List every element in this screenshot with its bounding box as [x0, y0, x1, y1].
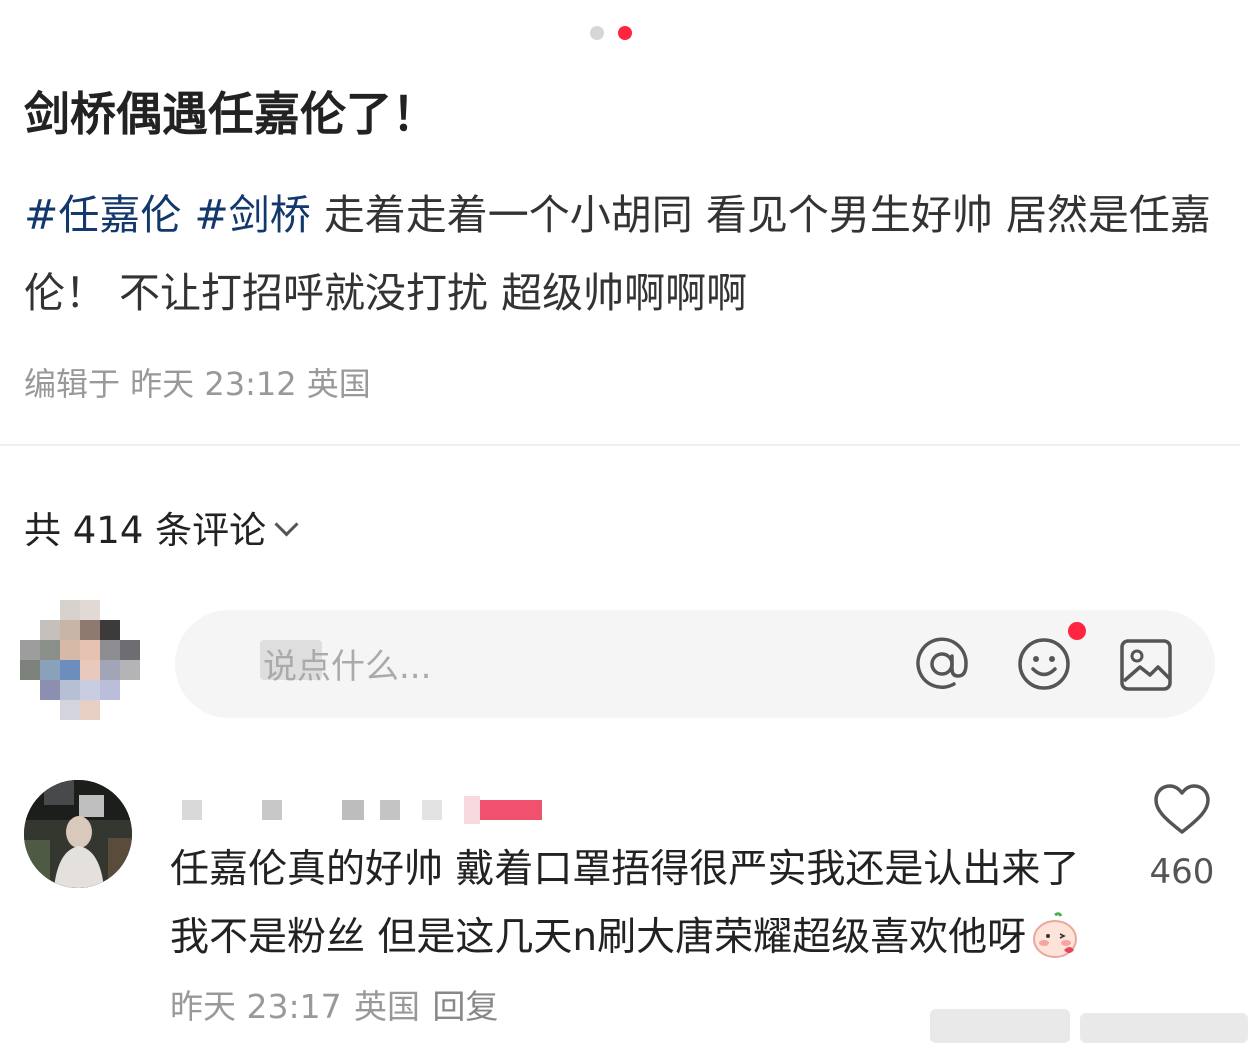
- reply-button[interactable]: 回复: [432, 987, 498, 1026]
- avatar-image: [24, 780, 132, 888]
- post-meta: 编辑于 昨天 23:12 英国: [24, 365, 371, 403]
- avatar[interactable]: [20, 600, 140, 720]
- chevron-down-icon: [274, 512, 299, 537]
- comment-count-label: 共 414 条评论: [24, 509, 267, 552]
- watermark: [930, 1005, 1250, 1049]
- heart-icon[interactable]: [1152, 782, 1212, 838]
- mention-icon[interactable]: [912, 634, 972, 694]
- notification-dot: [1068, 622, 1086, 640]
- image-icon[interactable]: [1118, 637, 1174, 693]
- comment-body: 任嘉伦真的好帅 戴着口罩捂得很严实我还是认出来了 我不是粉丝 但是这几天n刷大唐…: [170, 847, 1080, 960]
- section-divider: [0, 444, 1240, 446]
- carousel-dot-2-active[interactable]: [618, 26, 632, 40]
- comment-author-name[interactable]: [172, 796, 572, 826]
- carousel-indicator: [590, 25, 640, 41]
- carousel-dot-1[interactable]: [590, 26, 604, 40]
- post-title: 剑桥偶遇任嘉伦了！: [24, 87, 438, 141]
- comment-location: 英国: [354, 987, 420, 1026]
- like-count: 460: [1149, 852, 1215, 892]
- blush-sticker-icon: [1030, 910, 1080, 960]
- hashtag-link[interactable]: #剑桥: [194, 191, 310, 239]
- comment-author-avatar[interactable]: [24, 780, 132, 888]
- emoji-icon[interactable]: [1014, 634, 1074, 694]
- comment-input-placeholder: 说点什么...: [263, 647, 432, 687]
- comment-time: 昨天 23:17: [170, 987, 342, 1026]
- hashtag-link[interactable]: #任嘉伦: [24, 191, 181, 239]
- comments-sort-toggle[interactable]: 共 414 条评论: [24, 505, 299, 557]
- post-body: #任嘉伦 #剑桥 走着走着一个小胡同 看见个男生好帅 居然是任嘉伦！ 不让打招呼…: [24, 176, 1214, 332]
